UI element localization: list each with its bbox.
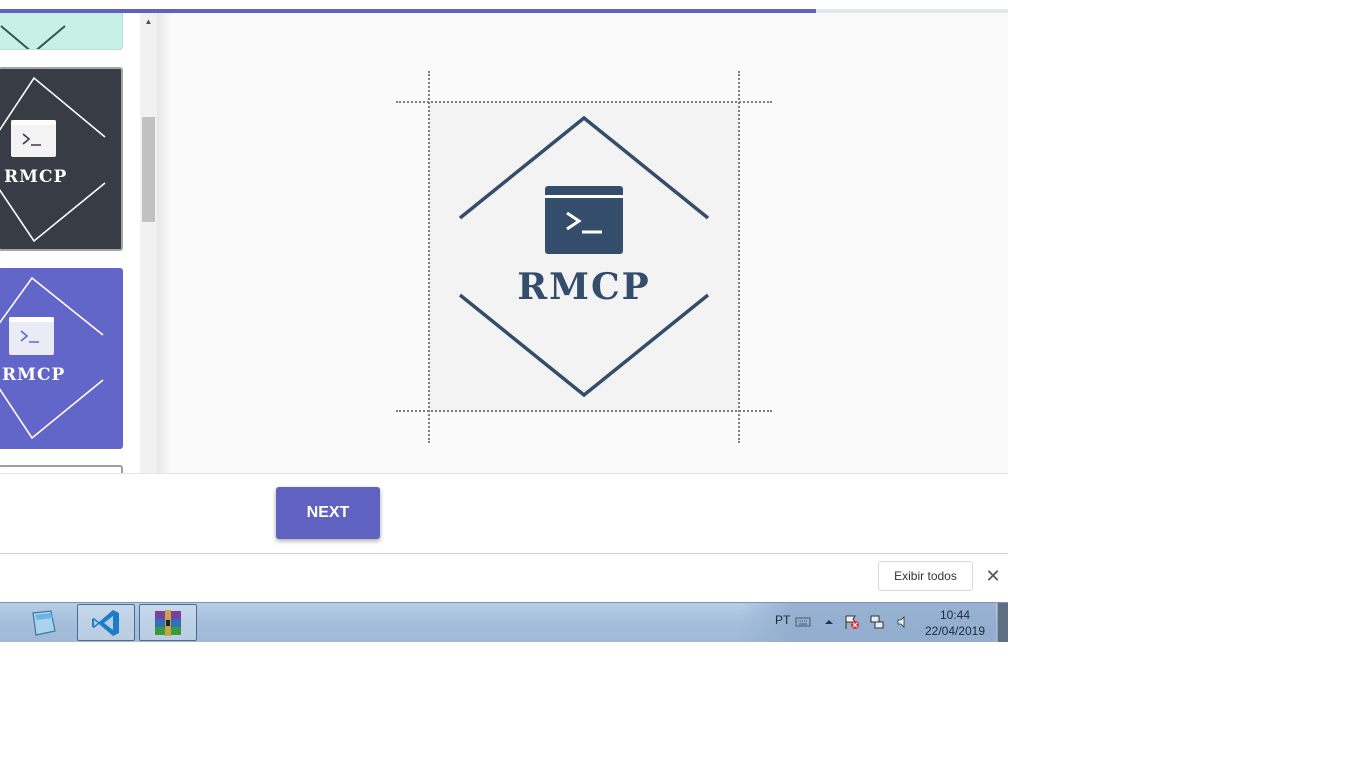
logo-text: RMCP <box>517 266 651 308</box>
logo-preview-area: RMCP <box>157 13 1008 473</box>
logo-diamond-icon <box>458 115 710 398</box>
guide-line-right <box>738 71 740 443</box>
close-icon[interactable]: ✕ <box>984 566 1002 586</box>
action-center-flag-icon[interactable] <box>844 614 860 630</box>
show-desktop-button[interactable] <box>997 603 1008 642</box>
show-hidden-icons-icon[interactable] <box>821 614 837 630</box>
language-indicator[interactable]: PT <box>775 613 790 627</box>
scrollbar-thumb[interactable] <box>142 117 155 222</box>
logo-diamond-icon <box>0 276 104 440</box>
theme-thumbnail-purple[interactable]: RMCP <box>0 268 123 449</box>
guide-line-left <box>428 71 430 443</box>
scroll-up-arrow-icon[interactable]: ▲ <box>140 13 157 30</box>
thumbnail-logo-text: RMCP <box>2 365 66 385</box>
thumbnail-logo-text: RMCP <box>4 167 68 187</box>
app-window: RMCP RMCP ▲ RMCP NEXT Exibir todos ✕ <box>0 0 1008 603</box>
clock-date: 22/04/2019 <box>924 624 986 638</box>
theme-thumbnail-dark[interactable]: RMCP <box>0 67 123 251</box>
taskbar-app-vscode[interactable] <box>77 604 135 641</box>
logo-diamond-icon <box>0 76 106 243</box>
notepad-icon <box>32 609 56 636</box>
vscode-icon <box>92 609 119 636</box>
taskbar-app-notepad[interactable] <box>14 604 72 641</box>
show-all-downloads-button[interactable]: Exibir todos <box>878 561 973 591</box>
theme-thumbnail-mint[interactable] <box>0 13 123 50</box>
winrar-icon <box>155 609 181 636</box>
volume-icon[interactable] <box>895 614 911 630</box>
thumbnail-scrollbar[interactable]: ▲ <box>140 13 157 473</box>
theme-list: RMCP RMCP <box>0 13 140 473</box>
wizard-footer: NEXT <box>0 473 1008 554</box>
guide-line-top <box>396 101 772 103</box>
logo-canvas: RMCP <box>429 102 739 412</box>
terminal-icon <box>545 186 623 254</box>
system-tray: PT 10:44 22/04/2019 <box>740 603 996 642</box>
network-icon[interactable] <box>869 614 885 630</box>
taskbar-app-winrar[interactable] <box>139 604 197 641</box>
next-button[interactable]: NEXT <box>276 487 380 539</box>
clock-time: 10:44 <box>939 608 971 622</box>
guide-line-bottom <box>396 410 772 412</box>
system-clock[interactable]: 10:44 22/04/2019 <box>920 607 990 639</box>
taskbar: PT 10:44 22/04/2019 <box>0 602 1008 642</box>
panel-shadow <box>157 13 171 473</box>
theme-thumbnail-next[interactable] <box>0 465 123 473</box>
logo-diamond-icon <box>0 25 66 49</box>
keyboard-icon[interactable] <box>795 614 811 630</box>
download-bar: Exibir todos ✕ <box>0 553 1008 603</box>
